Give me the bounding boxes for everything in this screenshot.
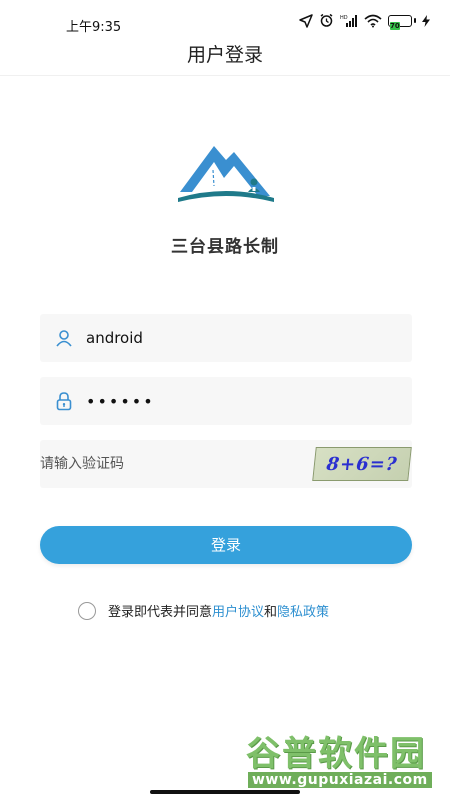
privacy-policy-link[interactable]: 隐私政策 — [277, 601, 329, 620]
watermark-title: 谷普软件园 — [246, 734, 426, 774]
agreement-row: 登录即代表并同意 用户协议 和 隐私政策 — [78, 601, 329, 620]
agreement-prefix: 登录即代表并同意 — [108, 605, 213, 620]
signal-icon: HD — [340, 14, 358, 28]
location-arrow-icon — [299, 13, 313, 28]
watermark-url: www.gupuxiazai.com — [248, 772, 432, 788]
agreement-conjunction: 和 — [264, 605, 278, 620]
captcha-field: 8+6=? — [40, 440, 412, 488]
status-icons: HD 70 — [299, 13, 430, 30]
login-button[interactable]: 登录 — [40, 526, 412, 564]
username-field — [40, 314, 412, 362]
watermark: 谷普软件园 www.gupuxiazai.com — [246, 726, 446, 794]
username-input[interactable] — [86, 314, 412, 362]
charging-icon — [422, 14, 430, 27]
battery-icon: 70 — [388, 14, 416, 30]
user-agreement-link[interactable]: 用户协议 — [212, 601, 264, 620]
captcha-input[interactable] — [40, 440, 314, 488]
battery-level: 70 — [390, 21, 400, 30]
status-time: 上午9:35 — [66, 20, 122, 35]
lock-icon — [54, 391, 74, 411]
app-name: 三台县路长制 — [171, 237, 279, 257]
captcha-image[interactable]: 8+6=? — [312, 447, 412, 481]
user-icon — [54, 328, 74, 348]
password-field — [40, 377, 412, 425]
password-input[interactable] — [86, 377, 412, 425]
page-title: 用户登录 — [186, 44, 263, 66]
wifi-icon — [364, 14, 382, 28]
app-logo — [178, 140, 274, 206]
home-indicator[interactable] — [150, 790, 300, 794]
status-bar: 上午9:35 HD 70 — [0, 0, 450, 44]
agreement-checkbox[interactable] — [78, 601, 96, 620]
svg-text:HD: HD — [340, 15, 348, 21]
title-bar: 用户登录 — [0, 44, 450, 76]
alarm-icon — [319, 13, 334, 28]
